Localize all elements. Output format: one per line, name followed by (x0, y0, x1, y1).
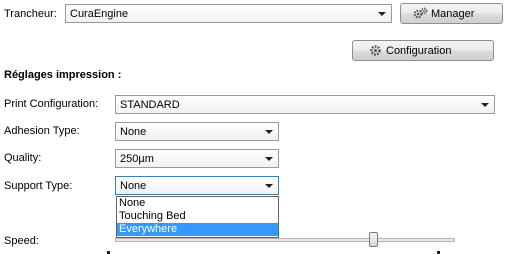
chevron-down-icon (265, 184, 273, 188)
support-type-dropdown[interactable]: None Touching Bed Everywhere (116, 196, 279, 238)
configuration-button[interactable]: Configuration (352, 40, 494, 61)
chevron-down-icon (265, 130, 273, 134)
support-type-select[interactable]: None (115, 176, 279, 195)
section-title: Réglages impression : (4, 69, 122, 81)
slicer-select[interactable]: CuraEngine (65, 4, 392, 23)
support-type-label: Support Type: (4, 180, 73, 192)
print-configuration-select[interactable]: STANDARD (115, 95, 495, 114)
slicer-label: Trancheur: (4, 8, 57, 20)
support-type-value: None (120, 180, 147, 192)
gears-icon (413, 7, 428, 23)
print-configuration-label: Print Configuration: (4, 98, 99, 110)
support-type-option-touching-bed[interactable]: Touching Bed (117, 210, 278, 223)
chevron-down-icon (481, 103, 489, 107)
quality-label: Quality: (4, 152, 42, 164)
speed-slider-track[interactable] (115, 238, 455, 242)
adhesion-type-label: Adhesion Type: (4, 125, 80, 137)
speed-label: Speed: (4, 235, 39, 247)
support-type-option-none[interactable]: None (117, 197, 278, 210)
print-configuration-value: STANDARD (120, 99, 180, 111)
adhesion-type-value: None (120, 126, 147, 138)
adhesion-type-select[interactable]: None (115, 122, 279, 141)
chevron-down-icon (265, 157, 273, 161)
manager-button[interactable]: Manager (400, 3, 503, 24)
slicer-select-value: CuraEngine (70, 8, 129, 20)
quality-select[interactable]: 250µm (115, 149, 279, 168)
manager-button-label: Manager (431, 8, 475, 20)
gear-icon (369, 44, 382, 60)
support-type-option-everywhere[interactable]: Everywhere (117, 223, 278, 236)
chevron-down-icon (378, 12, 386, 16)
configuration-button-label: Configuration (386, 45, 452, 57)
speed-slider-thumb[interactable] (369, 232, 378, 247)
quality-value: 250µm (120, 153, 154, 165)
